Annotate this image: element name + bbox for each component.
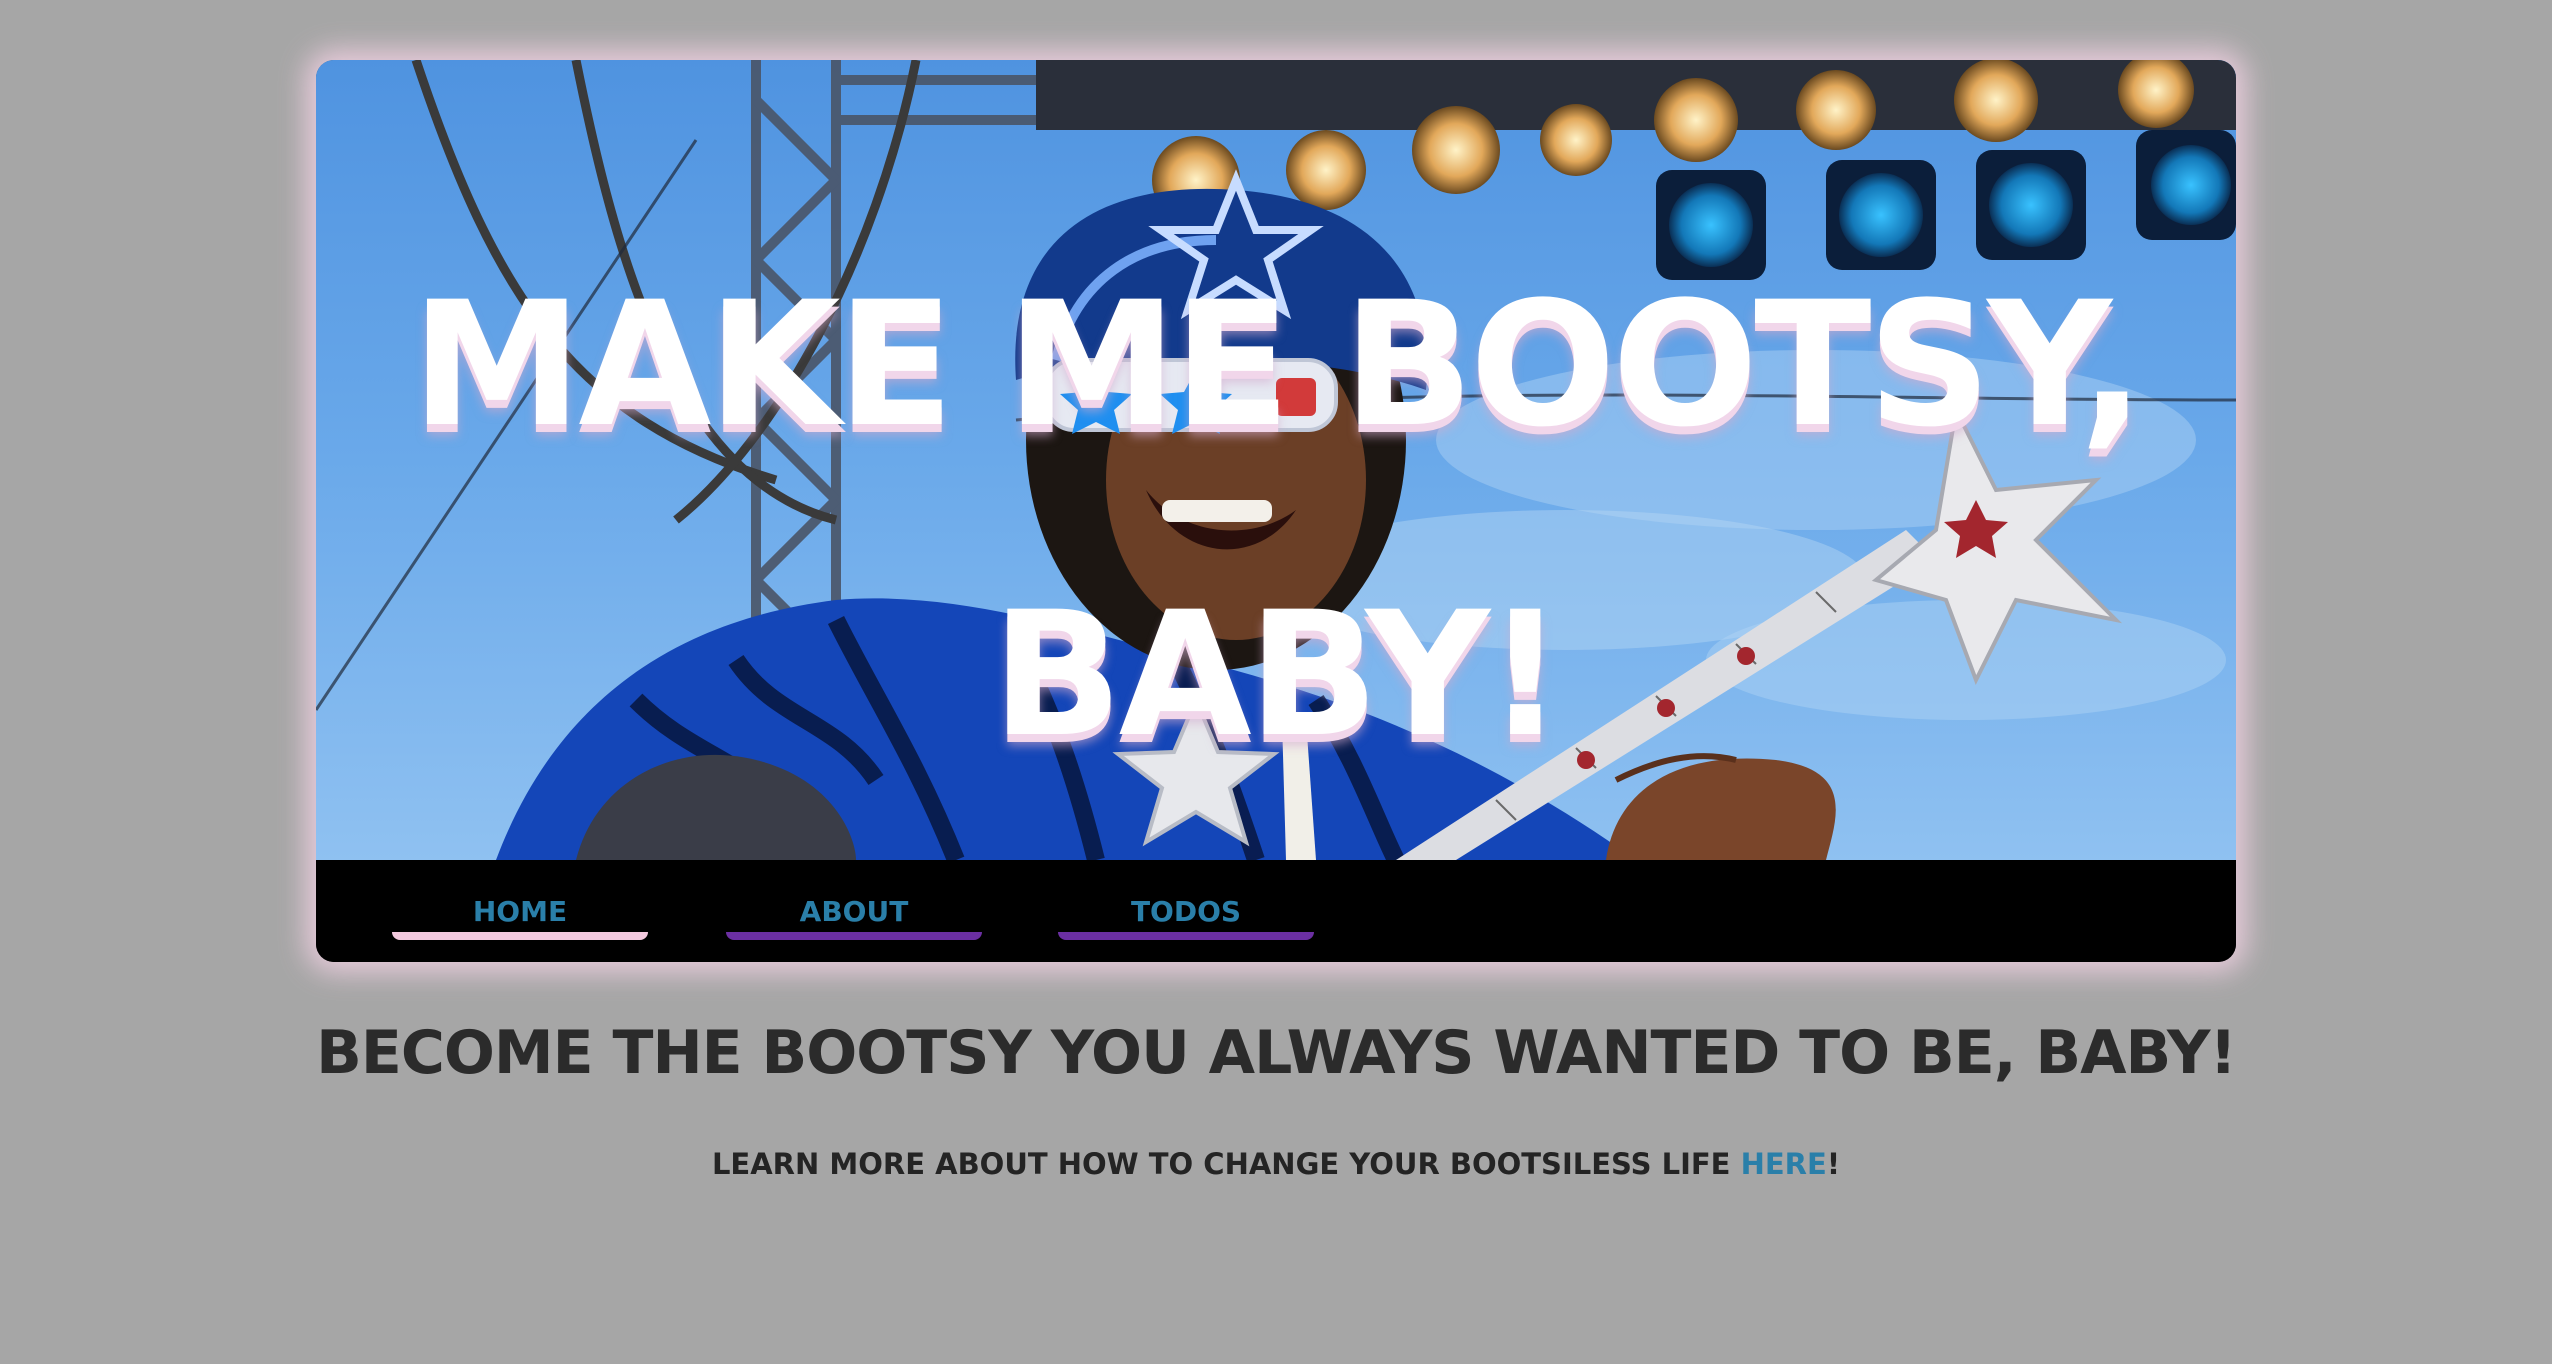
nav-about-link[interactable]: ABOUT [726,892,982,940]
nav-home-underline [392,932,648,940]
hero-title-line-2: BABY! [991,574,1565,775]
learn-more-suffix: ! [1826,1147,1841,1181]
here-link[interactable]: HERE [1741,1147,1827,1181]
nav-about-underline [726,932,982,940]
learn-more-text: LEARN MORE ABOUT HOW TO CHANGE YOUR BOOT… [0,1144,2552,1184]
learn-more-prefix: LEARN MORE ABOUT HOW TO CHANGE YOUR BOOT… [711,1147,1741,1181]
nav-home-label: HOME [472,895,568,928]
header-card: MAKE ME BOOTSY, BABY! HOME ABOUT TODOS [316,60,2236,962]
page-headline: BECOME THE BOOTSY YOU ALWAYS WANTED TO B… [316,1018,2237,1088]
nav-todos-link[interactable]: TODOS [1058,892,1314,940]
nav-home-link[interactable]: HOME [392,892,648,940]
main-nav: HOME ABOUT TODOS [316,860,2236,962]
hero-title-line-1: MAKE ME BOOTSY, [411,264,2145,465]
nav-todos-label: TODOS [1130,895,1242,928]
nav-about-label: ABOUT [799,895,909,928]
hero-banner: MAKE ME BOOTSY, BABY! [316,60,2236,860]
hero-title: MAKE ME BOOTSY, BABY! [316,210,2236,830]
nav-todos-underline [1058,932,1314,940]
